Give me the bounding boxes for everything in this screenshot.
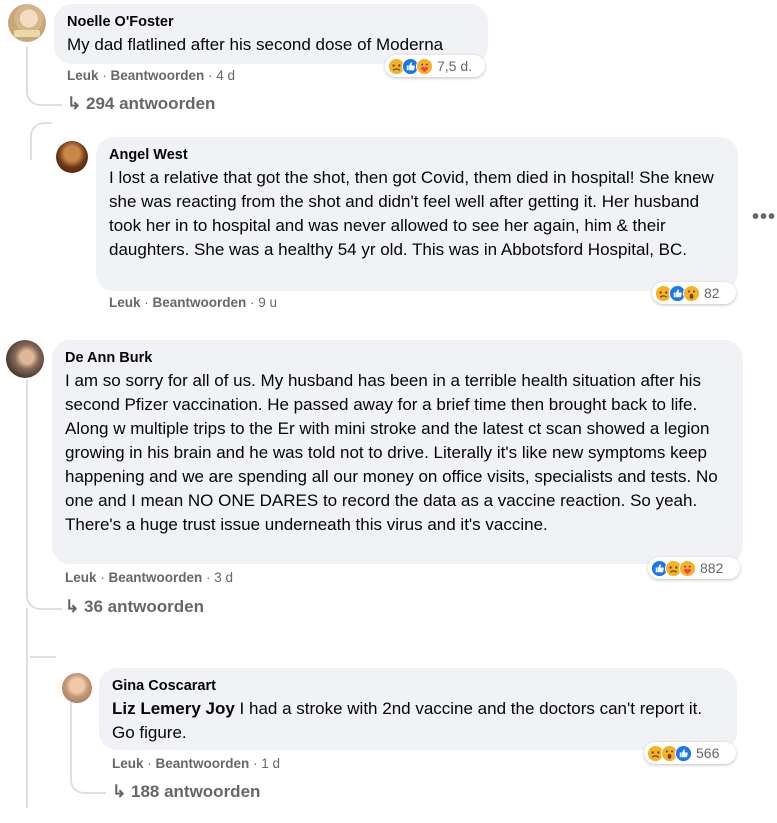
avatar[interactable]	[62, 673, 92, 703]
reaction-icons	[388, 57, 433, 75]
reply-arrow-icon: ↳	[65, 597, 80, 616]
care-icon	[416, 57, 433, 75]
timestamp[interactable]: 1 d	[261, 756, 280, 771]
comment-author[interactable]: De Ann Burk	[65, 350, 730, 366]
mention-link[interactable]: Liz Lemery Joy	[112, 699, 235, 718]
comment-bubble: Gina Coscarart Liz Lemery Joy I had a st…	[99, 668, 737, 750]
comment-author[interactable]: Gina Coscarart	[112, 678, 724, 694]
reply-button[interactable]: Beantwoorden	[156, 756, 250, 771]
replies-count: 36 antwoorden	[83, 597, 204, 616]
view-replies-link[interactable]: ↳ 188 antwoorden	[112, 782, 260, 802]
comment-text: My dad flatlined after his second dose o…	[67, 35, 444, 54]
reply-button[interactable]: Beantwoorden	[109, 570, 203, 585]
reaction-count: 7,5 d.	[437, 58, 473, 74]
more-options-icon[interactable]: •••	[752, 206, 776, 229]
reaction-count: 82	[704, 285, 720, 301]
reaction-summary[interactable]: 7,5 d.	[385, 55, 485, 77]
comment-actions: Leuk · Beantwoorden · 3 d	[65, 570, 234, 585]
thread-curve	[30, 122, 52, 160]
comment-actions: Leuk · Beantwoorden · 9 u	[109, 295, 278, 310]
comment-actions: Leuk · Beantwoorden · 1 d	[112, 756, 281, 771]
like-button[interactable]: Leuk	[65, 570, 97, 585]
timestamp[interactable]: 4 d	[216, 68, 235, 83]
reaction-summary[interactable]: 882	[648, 557, 740, 579]
thread-line	[26, 608, 28, 808]
comment-text: I am so sorry for all of us. My husband …	[65, 371, 718, 534]
comment-bubble: Angel West I lost a relative that got th…	[96, 137, 738, 291]
thread-curve	[26, 578, 62, 610]
view-replies-link[interactable]: ↳ 36 antwoorden	[65, 597, 204, 617]
comment-author[interactable]: Angel West	[109, 147, 725, 163]
comment-text: I lost a relative that got the shot, the…	[109, 168, 714, 259]
comment-actions: Leuk · Beantwoorden · 4 d	[67, 68, 236, 83]
comment-bubble: De Ann Burk I am so sorry for all of us.…	[52, 340, 743, 564]
care-icon	[679, 559, 696, 577]
reaction-icons	[651, 559, 696, 577]
wow-icon	[683, 284, 700, 302]
thread-line	[26, 380, 28, 580]
like-button[interactable]: Leuk	[109, 295, 141, 310]
avatar[interactable]	[6, 340, 44, 378]
comment-text: Liz Lemery Joy I had a stroke with 2nd v…	[112, 699, 703, 742]
like-icon	[675, 744, 692, 762]
like-button[interactable]: Leuk	[112, 756, 144, 771]
reply-button[interactable]: Beantwoorden	[111, 68, 205, 83]
avatar[interactable]	[56, 141, 88, 173]
like-button[interactable]: Leuk	[67, 68, 99, 83]
reaction-count: 566	[696, 745, 720, 761]
thread-line	[70, 700, 72, 760]
view-replies-link[interactable]: ↳ 294 antwoorden	[67, 94, 215, 114]
avatar[interactable]	[8, 4, 46, 42]
comment-author[interactable]: Noelle O'Foster	[67, 14, 475, 30]
replies-count: 188 antwoorden	[130, 782, 261, 801]
timestamp[interactable]: 9 u	[258, 295, 277, 310]
thread-line	[30, 656, 56, 658]
reaction-summary[interactable]: 566	[644, 742, 736, 764]
reply-arrow-icon: ↳	[67, 94, 82, 113]
timestamp[interactable]: 3 d	[214, 570, 233, 585]
reaction-summary[interactable]: 82	[652, 282, 736, 304]
thread-curve	[26, 76, 62, 106]
reply-arrow-icon: ↳	[112, 782, 127, 801]
reaction-count: 882	[700, 560, 724, 576]
thread-curve	[70, 756, 106, 794]
replies-count: 294 antwoorden	[85, 94, 216, 113]
reply-button[interactable]: Beantwoorden	[153, 295, 247, 310]
reaction-icons	[655, 284, 700, 302]
reaction-icons	[647, 744, 692, 762]
